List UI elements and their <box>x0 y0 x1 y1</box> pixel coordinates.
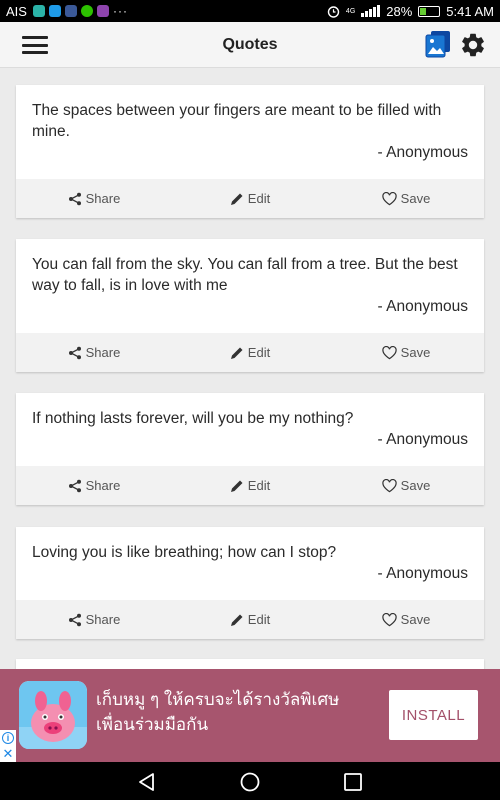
quote-text: If nothing lasts forever, will you be my… <box>32 410 354 427</box>
quote-card-actions: Share Edit Save <box>16 466 484 505</box>
recent-apps-icon[interactable] <box>342 771 364 793</box>
share-icon <box>68 613 81 626</box>
ad-banner[interactable]: เก็บหมู ๆ ให้ครบจะได้รางวัลพิเศษ เพื่อนร… <box>0 669 500 762</box>
pencil-icon <box>230 614 243 626</box>
line-icon <box>80 5 93 17</box>
quote-card: Loving you is like breathing; how can I … <box>16 527 484 639</box>
messenger-icon <box>96 5 109 17</box>
save-label: Save <box>400 612 431 627</box>
quote-card-body: You can fall from the sky. You can fall … <box>16 239 484 333</box>
gear-icon[interactable] <box>459 31 487 59</box>
quote-card: If nothing lasts forever, will you be my… <box>16 393 484 505</box>
quote-card-body: If nothing lasts forever, will you be my… <box>16 393 484 466</box>
share-icon <box>68 479 81 492</box>
quote-card-actions: Share Edit Save <box>16 179 484 218</box>
heart-icon <box>381 478 397 492</box>
status-bar-left: AIS ··· <box>6 4 128 19</box>
carrier-label: AIS <box>6 3 27 19</box>
heart-icon <box>381 345 397 359</box>
share-button[interactable]: Share <box>16 478 172 493</box>
ad-text: เก็บหมู ๆ ให้ครบจะได้รางวัลพิเศษ เพื่อนร… <box>96 690 340 734</box>
quote-list[interactable]: The spaces between your fingers are mean… <box>0 68 500 670</box>
share-label: Share <box>85 345 121 360</box>
save-button[interactable]: Save <box>328 478 484 493</box>
quote-author: - Anonymous <box>377 565 468 582</box>
facebook-icon <box>64 5 77 17</box>
clock: 5:41 AM <box>446 3 494 19</box>
share-icon <box>68 192 81 205</box>
mail-app-icon <box>32 5 45 17</box>
ad-close-icon[interactable]: ✕ <box>0 746 16 762</box>
install-button[interactable]: INSTALL <box>389 690 478 740</box>
battery-percent: 28% <box>386 3 413 19</box>
back-icon[interactable] <box>136 771 158 793</box>
share-label: Share <box>85 191 121 206</box>
save-label: Save <box>400 345 431 360</box>
share-button[interactable]: Share <box>16 345 172 360</box>
share-button[interactable]: Share <box>16 191 172 206</box>
quote-card-actions: Share Edit Save <box>16 333 484 372</box>
battery-icon <box>418 5 441 17</box>
quote-author: - Anonymous <box>377 144 468 161</box>
edit-label: Edit <box>247 191 271 206</box>
signal-icon <box>361 5 381 17</box>
navigation-bar <box>0 762 500 800</box>
share-button[interactable]: Share <box>16 612 172 627</box>
share-label: Share <box>85 478 121 493</box>
status-bar: AIS ··· 4G 28% 5:41 AM <box>0 0 500 22</box>
quote-author: - Anonymous <box>377 298 468 315</box>
save-button[interactable]: Save <box>328 191 484 206</box>
edit-button[interactable]: Edit <box>172 478 328 493</box>
heart-icon <box>381 191 397 205</box>
share-icon <box>68 346 81 359</box>
save-button[interactable]: Save <box>328 345 484 360</box>
status-bar-right: 4G 28% 5:41 AM <box>327 4 494 19</box>
save-label: Save <box>400 191 431 206</box>
quote-card-actions: Share Edit Save <box>16 600 484 639</box>
edit-button[interactable]: Edit <box>172 612 328 627</box>
edit-label: Edit <box>247 612 271 627</box>
alarm-icon <box>327 5 340 18</box>
quote-text: Loving you is like breathing; how can I … <box>32 544 337 561</box>
quote-card-body: The spaces between your fingers are mean… <box>16 85 484 179</box>
gallery-icon[interactable] <box>425 30 451 58</box>
menu-icon[interactable] <box>22 36 48 54</box>
ad-app-icon[interactable] <box>19 681 87 749</box>
pencil-icon <box>230 347 243 359</box>
heart-icon <box>381 612 397 626</box>
quote-card-body: Loving you is like breathing; how can I … <box>16 527 484 600</box>
edit-label: Edit <box>247 345 271 360</box>
edit-button[interactable]: Edit <box>172 345 328 360</box>
edit-label: Edit <box>247 478 271 493</box>
ad-info-icon[interactable]: i <box>0 730 16 746</box>
network-type-label: 4G <box>345 7 356 15</box>
pencil-icon <box>230 480 243 492</box>
home-icon[interactable] <box>239 771 261 793</box>
app-bar: Quotes <box>0 22 500 68</box>
chat-app-icon <box>48 5 61 17</box>
quote-text: You can fall from the sky. You can fall … <box>32 256 458 294</box>
pencil-icon <box>230 193 243 205</box>
more-notifications-indicator: ··· <box>112 4 128 18</box>
share-label: Share <box>85 612 121 627</box>
quote-author: - Anonymous <box>377 431 468 448</box>
save-button[interactable]: Save <box>328 612 484 627</box>
save-label: Save <box>400 478 431 493</box>
edit-button[interactable]: Edit <box>172 191 328 206</box>
ad-info-glyph: i <box>2 732 14 744</box>
quote-card: The spaces between your fingers are mean… <box>16 85 484 218</box>
quote-text: The spaces between your fingers are mean… <box>32 102 442 140</box>
quote-card: You can fall from the sky. You can fall … <box>16 239 484 372</box>
